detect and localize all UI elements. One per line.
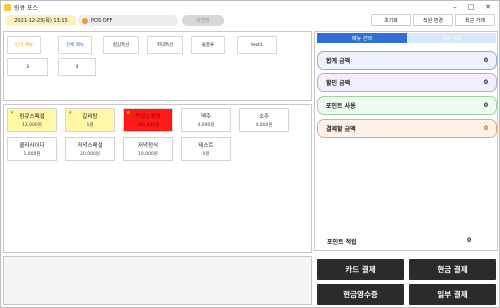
category-label: test1 <box>251 42 263 48</box>
discount-amount-row: 할인 금액 0 <box>317 73 497 92</box>
pos-status-badge[interactable]: POS OFF <box>78 15 178 26</box>
menu-item[interactable]: ★ 맛있는종이 200,000원 <box>123 108 173 132</box>
summary-value: 0 <box>483 125 488 132</box>
cash-payment-button[interactable]: 현금 결제 <box>409 259 496 280</box>
top-bar: 2021-12-23(목) 13:15 POS OFF 화면잠 초기화 직원 변… <box>1 13 499 29</box>
category-label: 인기 메뉴 <box>15 43 33 48</box>
summary-label: 포인트 사용 <box>326 103 356 110</box>
recent-transactions-button[interactable]: 최근 거래 <box>455 14 495 26</box>
datetime-badge: 2021-12-23(목) 13:15 <box>5 15 77 26</box>
summary-label: 결제할 금액 <box>326 126 356 133</box>
point-earn-value: 0 <box>467 237 472 244</box>
menu-item-name: 소주 <box>258 114 270 120</box>
order-notes-panel <box>3 256 312 305</box>
menu-item-price: 4,000원 <box>255 123 273 128</box>
total-amount-row: 합계 금액 0 <box>317 51 497 70</box>
category-label: 4 <box>75 64 79 70</box>
category-dinner[interactable]: 저녁특선 <box>147 36 183 54</box>
category-label: 저녁특선 <box>156 43 174 48</box>
menu-item-price: 200,000원 <box>136 123 160 128</box>
cash-receipt-label: 현금영수증 <box>343 290 378 299</box>
category-4[interactable]: 4 <box>58 58 96 76</box>
menu-item-name: 링큐스페셜 <box>19 114 45 120</box>
menu-item-price: 1원 <box>86 123 94 128</box>
category-lunch[interactable]: 점심특선 <box>103 36 139 54</box>
reset-button[interactable]: 초기화 <box>371 14 411 26</box>
menu-item-name: 저녁정식 <box>137 143 159 149</box>
menu-item-name: 콜라사이다 <box>19 143 45 149</box>
menu-item-price: 20,000원 <box>80 152 100 157</box>
window-title: 링큐 포스 <box>14 4 38 12</box>
category-label: 3 <box>26 64 29 70</box>
app-window: 링큐 포스 – □ ✕ 2021-12-23(목) 13:15 POS OFF … <box>0 0 500 308</box>
cash-receipt-button[interactable]: 현금영수증 <box>317 284 404 305</box>
summary-label: 합계 금액 <box>326 58 351 65</box>
menu-item[interactable]: 소주 4,000원 <box>239 108 289 132</box>
minimize-icon[interactable]: – <box>447 1 463 13</box>
summary-value: 0 <box>483 102 488 109</box>
menu-item-price: 1,000원 <box>23 152 41 157</box>
menu-item-price: 4,000원 <box>197 123 215 128</box>
change-staff-label: 직원 변경 <box>423 17 443 24</box>
menu-item-name: 저녁스페셜 <box>77 143 103 149</box>
menu-item[interactable]: 저녁스페셜 20,000원 <box>65 137 115 161</box>
amount-due-row: 결제할 금액 0 <box>317 119 497 138</box>
category-label: 점심특선 <box>112 43 130 48</box>
partial-payment-button[interactable]: 일부 결제 <box>409 284 496 305</box>
partial-payment-label: 일부 결제 <box>437 290 468 299</box>
menu-item-price: 12,000원 <box>22 123 42 128</box>
category-all[interactable]: 전체 메뉴 <box>58 36 92 54</box>
category-label: 술종류 <box>201 43 215 48</box>
card-payment-label: 카드 결제 <box>345 265 376 274</box>
category-drinks[interactable]: 술종류 <box>191 36 225 54</box>
favorite-star-icon: ★ <box>68 110 73 116</box>
title-bar: 링큐 포스 <box>1 1 499 13</box>
tab-label: 결제 정보 <box>441 35 462 42</box>
screen-lock-label: 화면잠 <box>196 18 210 24</box>
category-popular[interactable]: 인기 메뉴 <box>7 36 41 54</box>
summary-value: 0 <box>483 79 488 86</box>
card-payment-button[interactable]: 카드 결제 <box>317 259 404 280</box>
datetime-text: 2021-12-23(목) 13:15 <box>14 18 68 24</box>
point-use-row: 포인트 사용 0 <box>317 96 497 115</box>
menu-item-price: 10,000원 <box>138 152 158 157</box>
maximize-icon[interactable]: □ <box>463 1 479 13</box>
menu-item-price: 0원 <box>202 152 210 157</box>
category-test1[interactable]: test1 <box>237 36 277 54</box>
tab-label: 메뉴 선택 <box>352 35 372 42</box>
point-earn-label: 포인트 적립 <box>327 239 357 246</box>
menu-item-name: 맥주 <box>200 114 212 120</box>
menu-item-name: 갈비탕 <box>82 114 98 120</box>
app-logo-icon <box>4 3 11 11</box>
summary-label: 할인 금액 <box>326 80 351 87</box>
menu-item[interactable]: 맥주 4,000원 <box>181 108 231 132</box>
menu-item[interactable]: ★ 링큐스페셜 12,000원 <box>7 108 57 132</box>
category-3[interactable]: 3 <box>7 58 48 76</box>
change-staff-button[interactable]: 직원 변경 <box>413 14 453 26</box>
menu-item[interactable]: ★ 갈비탕 1원 <box>65 108 115 132</box>
menu-item[interactable]: 콜라사이다 1,000원 <box>7 137 57 161</box>
summary-value: 0 <box>483 57 488 64</box>
menu-item-name: 맛있는종이 <box>135 114 161 120</box>
favorite-star-icon: ★ <box>126 110 131 116</box>
tab-menu-select[interactable]: 메뉴 선택 <box>317 33 407 43</box>
recent-transactions-label: 최근 거래 <box>465 17 485 24</box>
menu-item-name: 테스트 <box>198 143 214 149</box>
screen-lock-button[interactable]: 화면잠 <box>182 15 224 26</box>
menu-item[interactable]: 저녁정식 10,000원 <box>123 137 173 161</box>
pos-status-icon <box>82 17 88 24</box>
category-label: 전체 메뉴 <box>66 43 84 48</box>
pos-status-text: POS OFF <box>91 17 113 24</box>
tab-payment-info[interactable]: 결제 정보 <box>407 33 496 43</box>
favorite-star-icon: ★ <box>10 110 15 116</box>
close-icon[interactable]: ✕ <box>480 1 496 13</box>
reset-button-label: 초기화 <box>384 17 398 24</box>
menu-item[interactable]: 테스트 0원 <box>181 137 231 161</box>
cash-payment-label: 현금 결제 <box>437 265 468 274</box>
